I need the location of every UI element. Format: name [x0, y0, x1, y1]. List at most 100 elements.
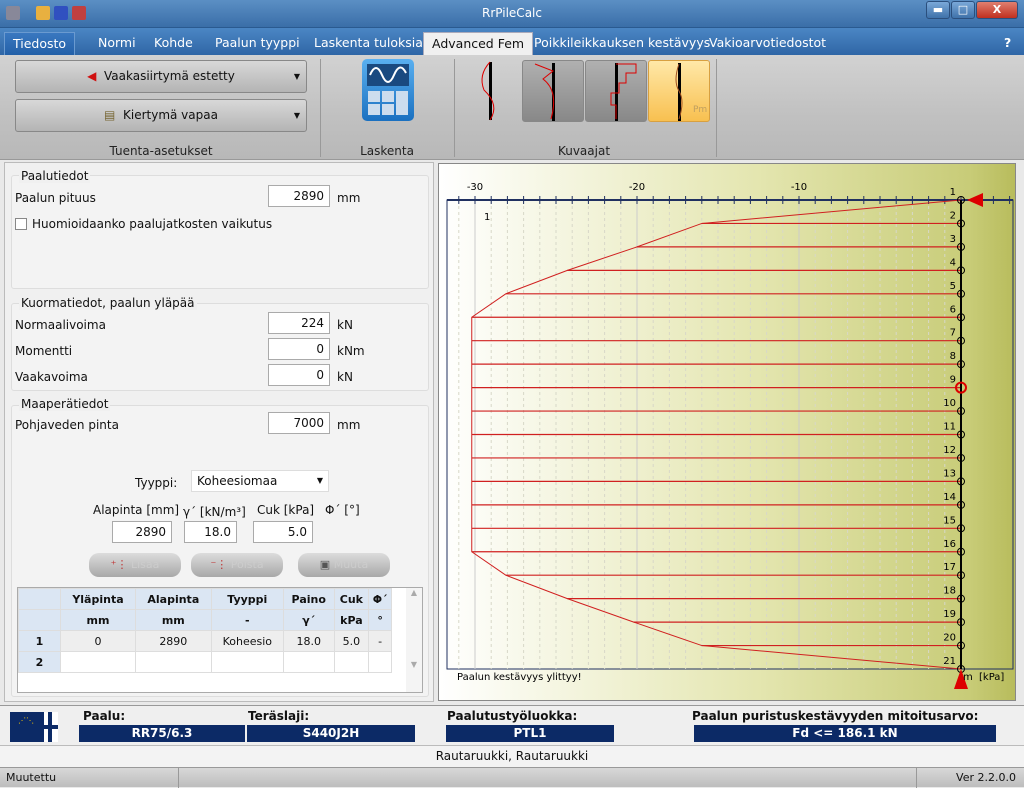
cell[interactable]: 5.0 [333, 630, 370, 652]
calculate-button[interactable] [362, 59, 414, 121]
m-label: m [963, 672, 973, 683]
groundwater-label: Pohjaveden pinta [15, 418, 119, 432]
soil-type-select[interactable]: Koheesiomaa ▼ [191, 470, 329, 492]
tab-kohde[interactable]: Kohde [146, 32, 201, 55]
footer: Rautaruukki, Rautaruukki [0, 745, 1024, 767]
normal-force-input[interactable]: 224 [268, 312, 330, 334]
table-row[interactable]: 2 [18, 651, 392, 673]
group-label-tuenta: Tuenta-asetukset [109, 144, 213, 158]
col-header[interactable]: Φ´ [368, 588, 392, 610]
col-header[interactable]: Cuk [333, 588, 370, 610]
node-label: 8 [950, 351, 956, 362]
version-text: Ver 2.2.0.0 [956, 771, 1016, 784]
horizontal-force-input[interactable]: 0 [268, 364, 330, 386]
table-scrollbar[interactable]: ▲ ▼ [406, 588, 422, 692]
steel-label: Teräslaji: [248, 709, 310, 723]
cell[interactable]: 18.0 [282, 630, 335, 652]
status-bar: Muutettu Ver 2.2.0.0 [0, 767, 1024, 788]
shear-step-icon [610, 63, 637, 121]
remove-layer-button[interactable]: ⁻⋮ Poista [191, 553, 283, 577]
col-header[interactable]: Yläpinta [60, 588, 136, 610]
pile-section-title: Paalutiedot [19, 169, 91, 183]
cell[interactable]: 0 [60, 630, 136, 652]
node-label: 11 [943, 422, 956, 433]
moment-label: Momentti [15, 344, 73, 358]
divider [916, 768, 917, 788]
unit-weight-label: γ´ [kN/m³] [183, 505, 246, 519]
cell[interactable]: - [368, 630, 392, 652]
modify-layer-button[interactable]: ▣ Muuta [298, 553, 390, 577]
cell[interactable]: 2890 [134, 630, 212, 652]
cuk-label: Cuk [kPa] [257, 503, 315, 517]
chart-shear-button[interactable] [585, 60, 647, 122]
close-button[interactable]: X [976, 1, 1018, 19]
unit-cell: mm [60, 609, 136, 631]
bottom-level-input[interactable]: 2890 [112, 521, 172, 543]
add-row-icon: ⁺⋮ [110, 558, 128, 571]
add-layer-button[interactable]: ⁺⋮ Lisää [89, 553, 181, 577]
x-tick-label: -10 [791, 182, 807, 193]
unit-cell: γ´ [282, 609, 335, 631]
pile-length-input[interactable]: 2890 [268, 185, 330, 207]
cell[interactable] [210, 651, 284, 673]
node-label: 20 [943, 633, 956, 644]
col-header[interactable]: Tyyppi [210, 588, 284, 610]
unit-weight-input[interactable]: 18.0 [184, 521, 237, 543]
divider [454, 59, 455, 157]
col-header[interactable]: Alapinta [134, 588, 212, 610]
moment-input[interactable]: 0 [268, 338, 330, 360]
node-label: 16 [943, 539, 956, 550]
cell[interactable] [60, 651, 136, 673]
node-label: 4 [950, 257, 956, 268]
node-label: 1 [950, 187, 956, 198]
cell[interactable] [134, 651, 212, 673]
tab-vakioarvotiedostot[interactable]: Vakioarvotiedostot [701, 32, 834, 55]
chart-pm-button[interactable]: Pm [648, 60, 710, 122]
eu-fi-flag-icon: ⋰⋱ [10, 712, 58, 742]
divider [716, 59, 717, 157]
tab-tiedosto[interactable]: Tiedosto [4, 32, 76, 55]
tab-poikkileikkauksen-kestavyys[interactable]: Poikkileikkauksen kestävyys [526, 32, 718, 55]
table-row[interactable]: 1 0 2890 Koheesio 18.0 5.0- [18, 630, 392, 652]
help-button[interactable]: ? [996, 32, 1019, 55]
tab-laskenta-tuloksia[interactable]: Laskenta tuloksia [306, 32, 431, 55]
chart-moment-button[interactable] [522, 60, 584, 122]
cuk-input[interactable]: 5.0 [253, 521, 313, 543]
unit-cell: kPa [333, 609, 370, 631]
minimize-button[interactable]: ▬ [926, 1, 950, 19]
chevron-down-icon: ▼ [293, 111, 300, 120]
cell[interactable] [333, 651, 370, 673]
loads-section-title: Kuormatiedot, paalun yläpää [19, 296, 197, 310]
moment-unit: kNm [337, 344, 365, 358]
horizontal-support-dropdown[interactable]: ◀ Vaakasiirtymä estetty ▼ [15, 60, 307, 93]
cell[interactable] [368, 651, 392, 673]
pile-length-unit: mm [337, 191, 361, 205]
design-value: Fd <= 186.1 kN [694, 725, 996, 742]
col-header[interactable]: Paino [282, 588, 335, 610]
groundwater-input[interactable]: 7000 [268, 412, 330, 434]
moment-curve-icon [534, 63, 555, 121]
rotation-support-label: Kiertymä vapaa [123, 108, 218, 122]
pile-length-label: Paalun pituus [15, 191, 96, 205]
groundwater-unit: mm [337, 418, 361, 432]
tab-paalun-tyyppi[interactable]: Paalun tyyppi [207, 32, 308, 55]
node-label: 2 [950, 210, 956, 221]
ribbon: ◀ Vaakasiirtymä estetty ▼ ▤ Kiertymä vap… [0, 55, 1024, 160]
rotation-support-dropdown[interactable]: ▤ Kiertymä vapaa ▼ [15, 99, 307, 132]
pile-label: Paalu: [83, 709, 126, 723]
row-number: 1 [18, 630, 61, 652]
chart-displacement-button[interactable] [470, 60, 510, 122]
tab-normi[interactable]: Normi [90, 32, 144, 55]
chevron-down-icon: ▼ [316, 476, 323, 485]
tab-advanced-fem[interactable]: Advanced Fem [423, 32, 534, 55]
cell[interactable] [282, 651, 335, 673]
pm-label: Pm [693, 105, 708, 115]
remove-layer-label: Poista [230, 558, 264, 571]
maximize-button[interactable]: □ [951, 1, 975, 19]
fem-chart-panel: -30 -20 -10 1 2 3 4 5 6 7 8 9 10 11 12 13 14 15 16 17 18 19 20… [438, 163, 1016, 701]
modify-layer-label: Muuta [333, 558, 369, 571]
soil-section-title: Maaperätiedot [19, 397, 111, 411]
unit-cell: - [210, 609, 284, 631]
joints-checkbox[interactable] [15, 218, 27, 230]
cell[interactable]: Koheesio [210, 630, 284, 652]
